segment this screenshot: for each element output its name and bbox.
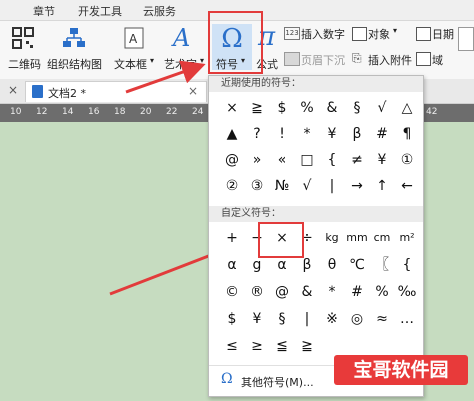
symbol-cell[interactable]: ≈: [370, 307, 394, 331]
symbol-cell[interactable]: @: [270, 280, 294, 304]
symbol-cell[interactable]: ≧: [245, 96, 269, 120]
symbol-cell[interactable]: ③: [245, 174, 269, 198]
symbol-cell[interactable]: #: [370, 122, 394, 146]
symbol-cell[interactable]: $: [270, 96, 294, 120]
symbol-cell[interactable]: ≤: [220, 334, 244, 358]
symbol-cell[interactable]: √: [295, 174, 319, 198]
symbol-cell[interactable]: ≥: [245, 334, 269, 358]
symbol-cell[interactable]: #: [345, 280, 369, 304]
symbol-cell[interactable]: □: [295, 148, 319, 172]
symbol-cell[interactable]: ¶: [395, 122, 419, 146]
symbol-cell[interactable]: α: [220, 253, 244, 277]
symbol-cell[interactable]: ℃: [345, 253, 369, 277]
symbol-cell[interactable]: ②: [220, 174, 244, 198]
symbol-cell[interactable]: ×: [220, 96, 244, 120]
omega-icon: Ω: [221, 371, 233, 387]
symbol-cell[interactable]: ®: [245, 280, 269, 304]
symbol-cell[interactable]: ※: [320, 307, 344, 331]
symbol-cell[interactable]: |: [320, 174, 344, 198]
symbol-cell[interactable]: *: [320, 280, 344, 304]
symbol-cell[interactable]: ©: [220, 280, 244, 304]
symbol-cell[interactable]: §: [270, 307, 294, 331]
symbol-cell[interactable]: cm: [370, 226, 394, 250]
symbol-cell[interactable]: ¥: [320, 122, 344, 146]
symbol-cell[interactable]: «: [270, 148, 294, 172]
watermark-logo: 宝哥软件园: [334, 355, 468, 385]
symbol-cell[interactable]: ↑: [370, 174, 394, 198]
symbol-cell[interactable]: kg: [320, 226, 344, 250]
symbol-cell[interactable]: %: [370, 280, 394, 304]
symbol-cell[interactable]: %: [295, 96, 319, 120]
symbol-cell[interactable]: &: [320, 96, 344, 120]
symbol-cell[interactable]: →: [345, 174, 369, 198]
symbol-cell[interactable]: №: [270, 174, 294, 198]
symbol-cell[interactable]: |: [295, 307, 319, 331]
symbol-cell[interactable]: mm: [345, 226, 369, 250]
symbol-cell[interactable]: ≧: [295, 334, 319, 358]
custom-symbols-grid: + − × ÷ kg mm cm m² α g α β θ ℃ 〖{© ® @ & * #% ‰ $ ¥ § | ※ ◎ ≈… ≤ ≥ ≦ ≧: [220, 226, 420, 360]
symbol-cell[interactable]: +: [220, 226, 244, 250]
symbol-cell[interactable]: 〖: [370, 253, 394, 277]
symbol-cell[interactable]: {: [320, 148, 344, 172]
symbol-cell[interactable]: ‰: [395, 280, 419, 304]
symbol-cell[interactable]: ←: [395, 174, 419, 198]
symbol-cell[interactable]: »: [245, 148, 269, 172]
symbol-cell[interactable]: §: [345, 96, 369, 120]
more-symbols-label: 其他符号(M)...: [241, 376, 314, 389]
symbol-cell[interactable]: ¥: [245, 307, 269, 331]
symbol-cell[interactable]: @: [220, 148, 244, 172]
symbol-cell[interactable]: △: [395, 96, 419, 120]
symbol-cell[interactable]: ≦: [270, 334, 294, 358]
symbol-cell[interactable]: β: [345, 122, 369, 146]
custom-symbols-header: 自定义符号：: [209, 206, 423, 222]
symbol-cell[interactable]: ▲: [220, 122, 244, 146]
symbol-cell[interactable]: …: [395, 307, 419, 331]
symbol-cell[interactable]: $: [220, 307, 244, 331]
symbol-cell[interactable]: ◎: [345, 307, 369, 331]
recent-symbols-header: 近期使用的符号：: [209, 76, 423, 92]
symbol-cell[interactable]: θ: [320, 253, 344, 277]
symbol-cell[interactable]: ?: [245, 122, 269, 146]
symbol-cell[interactable]: {: [395, 253, 419, 277]
symbol-cell[interactable]: !: [270, 122, 294, 146]
symbol-dropdown: 近期使用的符号： × ≧ $% & § √ △ ▲?! * ¥ β # ¶ @» «□{≠ ¥ ① ② ③ № √ | → ↑…: [208, 75, 424, 397]
recent-symbols-grid: × ≧ $% & § √ △ ▲?! * ¥ β # ¶ @» «□{≠ ¥ ① ② ③ № √ | → ↑ ←: [220, 96, 420, 200]
symbol-cell[interactable]: m²: [395, 226, 419, 250]
symbol-cell[interactable]: &: [295, 280, 319, 304]
symbol-cell[interactable]: ①: [395, 148, 419, 172]
symbol-cell[interactable]: ¥: [370, 148, 394, 172]
highlight-box-multiply: [258, 222, 304, 258]
symbol-cell[interactable]: ≠: [345, 148, 369, 172]
symbol-cell[interactable]: *: [295, 122, 319, 146]
symbol-cell[interactable]: √: [370, 96, 394, 120]
